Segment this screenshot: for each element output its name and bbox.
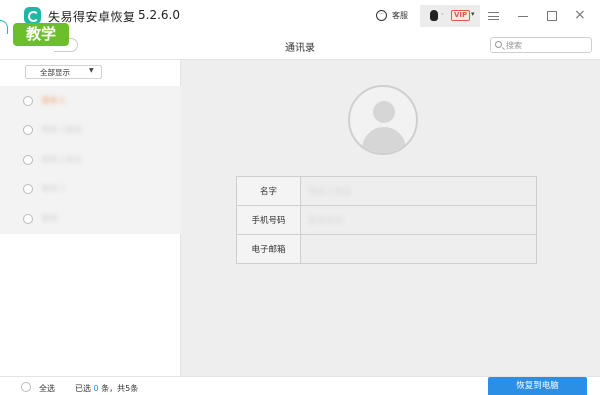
info-row-phone: 手机号码 联系电话 xyxy=(236,205,537,235)
user-name: · xyxy=(441,10,444,19)
radio-button[interactable] xyxy=(23,96,33,106)
selected-count: 0 xyxy=(93,384,99,393)
field-label: 电子邮箱 xyxy=(236,234,301,264)
contact-row[interactable]: 联系人 xyxy=(0,174,181,204)
filter-selected-value: 全部显示 xyxy=(40,68,70,77)
status-suffix: 条，共5条 xyxy=(101,384,139,393)
field-value: 联系电话 xyxy=(300,205,537,235)
selection-status: 已选 0 条，共5条 xyxy=(75,383,138,394)
teaching-watermark: 教学 xyxy=(13,23,69,46)
dropdown-caret-icon: ▼ xyxy=(89,67,94,74)
field-label: 手机号码 xyxy=(236,205,301,235)
radio-button[interactable] xyxy=(23,125,33,135)
vip-badge[interactable]: VIP xyxy=(451,10,471,21)
field-value xyxy=(300,234,537,264)
maximize-button[interactable] xyxy=(547,11,557,21)
contact-name: 联系人姓名 xyxy=(42,155,82,164)
hamburger-menu-icon[interactable] xyxy=(488,12,499,20)
phone-value: 联系电话 xyxy=(309,216,344,226)
status-prefix: 已选 xyxy=(75,384,91,393)
contact-name: 联系人 xyxy=(42,184,66,193)
avatar xyxy=(348,85,418,155)
restore-to-computer-button[interactable]: 恢复到电脑 xyxy=(488,377,587,395)
minimize-button[interactable] xyxy=(518,16,528,17)
name-value: 联系人姓名 xyxy=(309,187,352,197)
search-icon xyxy=(495,41,502,48)
qq-penguin-icon[interactable] xyxy=(430,10,438,21)
field-value: 联系人姓名 xyxy=(300,176,537,206)
close-button[interactable]: × xyxy=(574,8,586,22)
avatar-body-shape xyxy=(362,127,406,153)
radio-button[interactable] xyxy=(23,184,33,194)
app-version: 5.2.6.0 xyxy=(138,8,180,22)
contact-row[interactable]: 联系人姓名 xyxy=(0,145,181,175)
radio-button[interactable] xyxy=(23,155,33,165)
customer-service-button[interactable]: 客服 xyxy=(392,10,408,21)
contact-name: 联系人 xyxy=(42,96,66,105)
radio-button[interactable] xyxy=(23,214,33,224)
select-all-radio[interactable] xyxy=(21,382,31,392)
select-all-label[interactable]: 全选 xyxy=(39,383,55,394)
contact-name: 联系人姓名 xyxy=(42,125,82,134)
contact-info-table: 名字 联系人姓名 手机号码 联系电话 电子邮箱 xyxy=(236,176,537,264)
info-row-email: 电子邮箱 xyxy=(236,234,537,264)
contact-list: 联系人 联系人姓名 联系人姓名 联系人 联系 xyxy=(0,86,181,234)
info-row-name: 名字 联系人姓名 xyxy=(236,176,537,206)
field-label: 名字 xyxy=(236,176,301,206)
chat-bubble-icon[interactable]: ··· xyxy=(376,10,387,21)
search-placeholder: 搜索 xyxy=(506,41,522,50)
contact-row[interactable]: 联系人 xyxy=(0,86,181,116)
contact-row[interactable]: 联系 xyxy=(0,204,181,234)
app-logo-icon xyxy=(24,7,41,24)
contact-row[interactable]: 联系人姓名 xyxy=(0,115,181,145)
chevron-down-icon[interactable]: ▾ xyxy=(471,10,475,18)
contact-name: 联系 xyxy=(42,214,58,223)
avatar-person-icon xyxy=(373,101,395,123)
